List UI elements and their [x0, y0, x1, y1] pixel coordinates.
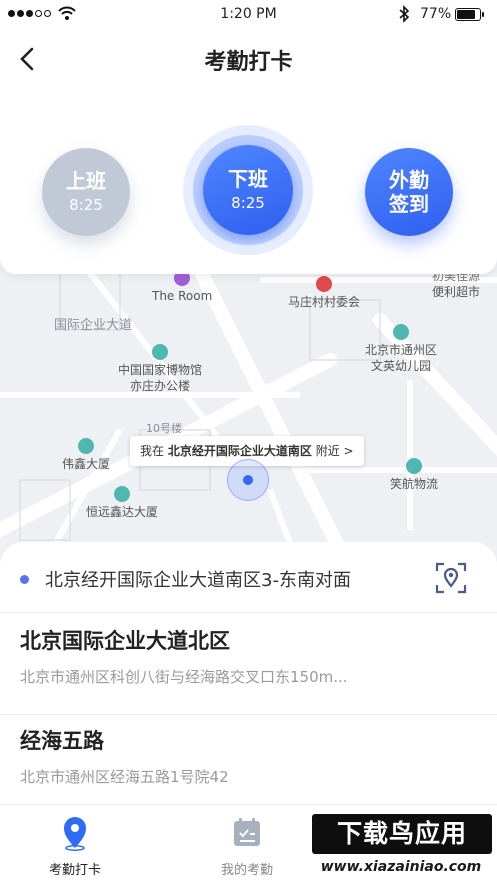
place-name: 经海五路: [20, 729, 104, 753]
map-view[interactable]: The Room 马庄村村委会 初美佳源 便利超市 国际企业大道 中国国家博物馆…: [0, 240, 497, 570]
tab-punch-label: 考勤打卡: [48, 863, 101, 878]
place-item-2[interactable]: 经海五路 北京市通州区经海五路1号院42: [20, 726, 480, 788]
watermark-url: www.xiazainiao.com: [320, 859, 482, 875]
watermark-logo: 下载鸟应用 www.xiazainiao.com: [300, 812, 496, 880]
status-bar: 1:20 PM 77%: [0, 0, 497, 30]
poi-the-room[interactable]: The Room: [152, 270, 212, 304]
clock-in-button[interactable]: 上班 8:25: [42, 148, 130, 236]
building-label-10: 10号楼: [146, 422, 182, 435]
poi-mazhuang[interactable]: 马庄村村委会: [288, 276, 360, 310]
poi-weixin[interactable]: 伟鑫大厦: [62, 438, 110, 472]
place-address: 北京市通州区科创八街与经海路交叉口东150m...: [20, 668, 348, 686]
page-title: 考勤打卡: [204, 50, 293, 75]
tab-my-attendance[interactable]: 我的考勤: [192, 815, 302, 880]
divider: [0, 612, 497, 613]
location-pin-icon: [64, 817, 86, 851]
location-bullet-icon: [20, 574, 29, 584]
field-sign-in-button[interactable]: 外勤 签到: [365, 148, 453, 236]
bluetooth-icon: [399, 5, 410, 23]
poi-xiaohang[interactable]: 笑航物流: [390, 458, 438, 492]
current-location-row: 北京经开国际企业大道南区3-东南对面: [20, 564, 351, 594]
punch-header-card: 考勤打卡 上班 8:25 下班 8:25 外勤 签到: [0, 30, 497, 274]
poi-museum[interactable]: 中国国家博物馆 亦庄办公楼: [118, 344, 202, 394]
road-label-guoji: 国际企业大道: [54, 318, 133, 333]
poi-wenying-kindergarten[interactable]: 北京市通州区 文英幼儿园: [365, 324, 437, 374]
clock-out-time: 8:25: [231, 194, 265, 212]
tab-my-attendance-label: 我的考勤: [220, 863, 273, 878]
clock-out-label: 下班: [228, 167, 268, 191]
place-address: 北京市通州区经海五路1号院42: [20, 768, 229, 786]
current-location-dot: [243, 475, 253, 485]
clock-in-time: 8:25: [69, 196, 103, 214]
calendar-icon: [234, 818, 260, 846]
poi-hengyuan[interactable]: 恒远鑫达大厦: [86, 486, 158, 520]
clock-in-label: 上班: [66, 169, 106, 193]
field-sign-in-line2: 签到: [389, 192, 429, 216]
battery-percent: 77%: [420, 6, 452, 22]
field-sign-in-line1: 外勤: [389, 168, 429, 192]
location-sheet: 北京经开国际企业大道南区3-东南对面 北京国际企业大道北区 北京市通州区科创八街…: [0, 542, 497, 804]
clock-out-button[interactable]: 下班 8:25: [203, 145, 293, 235]
battery-icon: [455, 8, 484, 21]
map-roads: [0, 258, 497, 570]
watermark-title: 下载鸟应用: [312, 814, 492, 854]
relocate-scan-icon[interactable]: [435, 562, 467, 594]
place-name: 北京国际企业大道北区: [20, 629, 230, 653]
divider: [0, 714, 497, 715]
current-location-text: 北京经开国际企业大道南区3-东南对面: [45, 570, 351, 591]
tab-punch[interactable]: 考勤打卡: [20, 815, 130, 880]
place-item-1[interactable]: 北京国际企业大道北区 北京市通州区科创八街与经海路交叉口东150m...: [20, 626, 480, 688]
